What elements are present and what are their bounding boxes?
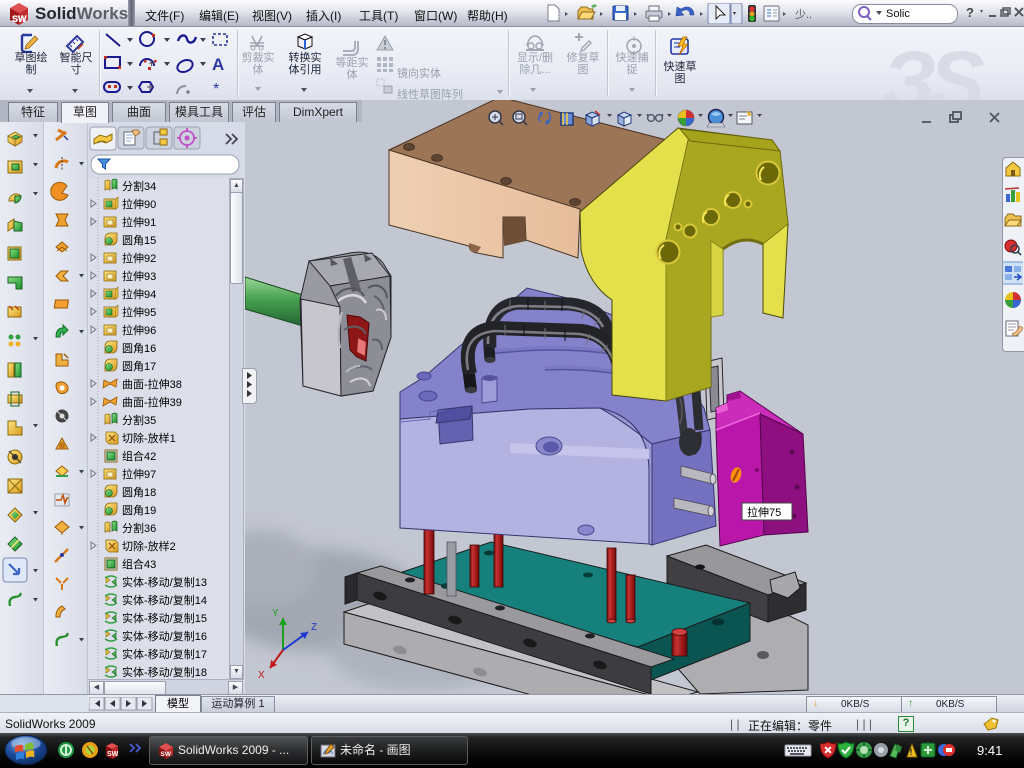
svg-text:SW: SW [12,14,27,24]
svg-text:组合42: 组合42 [122,449,156,463]
svg-text:分割36: 分割36 [122,521,156,535]
svg-text:实体-移动/复制13: 实体-移动/复制13 [122,575,207,589]
svg-text:拉伸75: 拉伸75 [747,505,781,519]
svg-text:圆角15: 圆角15 [122,234,156,247]
svg-text:圆角18: 圆角18 [122,486,156,499]
svg-text:圆角16: 圆角16 [122,342,156,355]
svg-text:切除-放样1: 切除-放样1 [122,431,176,445]
svg-text:组合43: 组合43 [122,557,156,571]
svg-text:拉伸90: 拉伸90 [122,197,156,211]
svg-text:拉伸91: 拉伸91 [122,215,156,229]
svg-text:拉伸92: 拉伸92 [122,251,156,265]
svg-text:Solic: Solic [886,8,910,20]
svg-text:拉伸97: 拉伸97 [122,467,156,481]
svg-text:拉伸95: 拉伸95 [122,305,156,319]
svg-text:圆角17: 圆角17 [122,360,156,373]
svg-text:分割35: 分割35 [122,413,156,427]
svg-text:实体-移动/复制14: 实体-移动/复制14 [122,593,207,607]
svg-text:实体-移动/复制18: 实体-移动/复制18 [122,665,207,679]
svg-text:SW: SW [161,751,172,758]
svg-text:切除-放样2: 切除-放样2 [122,539,176,553]
svg-text:SW: SW [107,751,119,758]
svg-text:分割34: 分割34 [122,179,156,193]
svg-text:实体-移动/复制15: 实体-移动/复制15 [122,611,207,625]
svg-text:!: ! [910,747,913,757]
svg-text:拉伸94: 拉伸94 [122,287,156,301]
svg-text:*: * [213,81,219,98]
svg-text:实体-移动/复制17: 实体-移动/复制17 [122,647,207,661]
svg-text:圆角19: 圆角19 [122,504,156,517]
svg-text:拉伸93: 拉伸93 [122,269,156,283]
svg-text:实体-移动/复制16: 实体-移动/复制16 [122,629,207,643]
svg-text:A: A [212,55,224,74]
svg-text:Z: Z [311,622,317,633]
svg-text:拉伸96: 拉伸96 [122,323,156,337]
svg-text:曲面-拉伸39: 曲面-拉伸39 [122,395,182,409]
svg-text:少..: 少.. [795,8,812,21]
svg-text:Y: Y [272,608,279,619]
svg-text:X: X [258,670,265,681]
svg-text:曲面-拉伸38: 曲面-拉伸38 [122,377,182,391]
